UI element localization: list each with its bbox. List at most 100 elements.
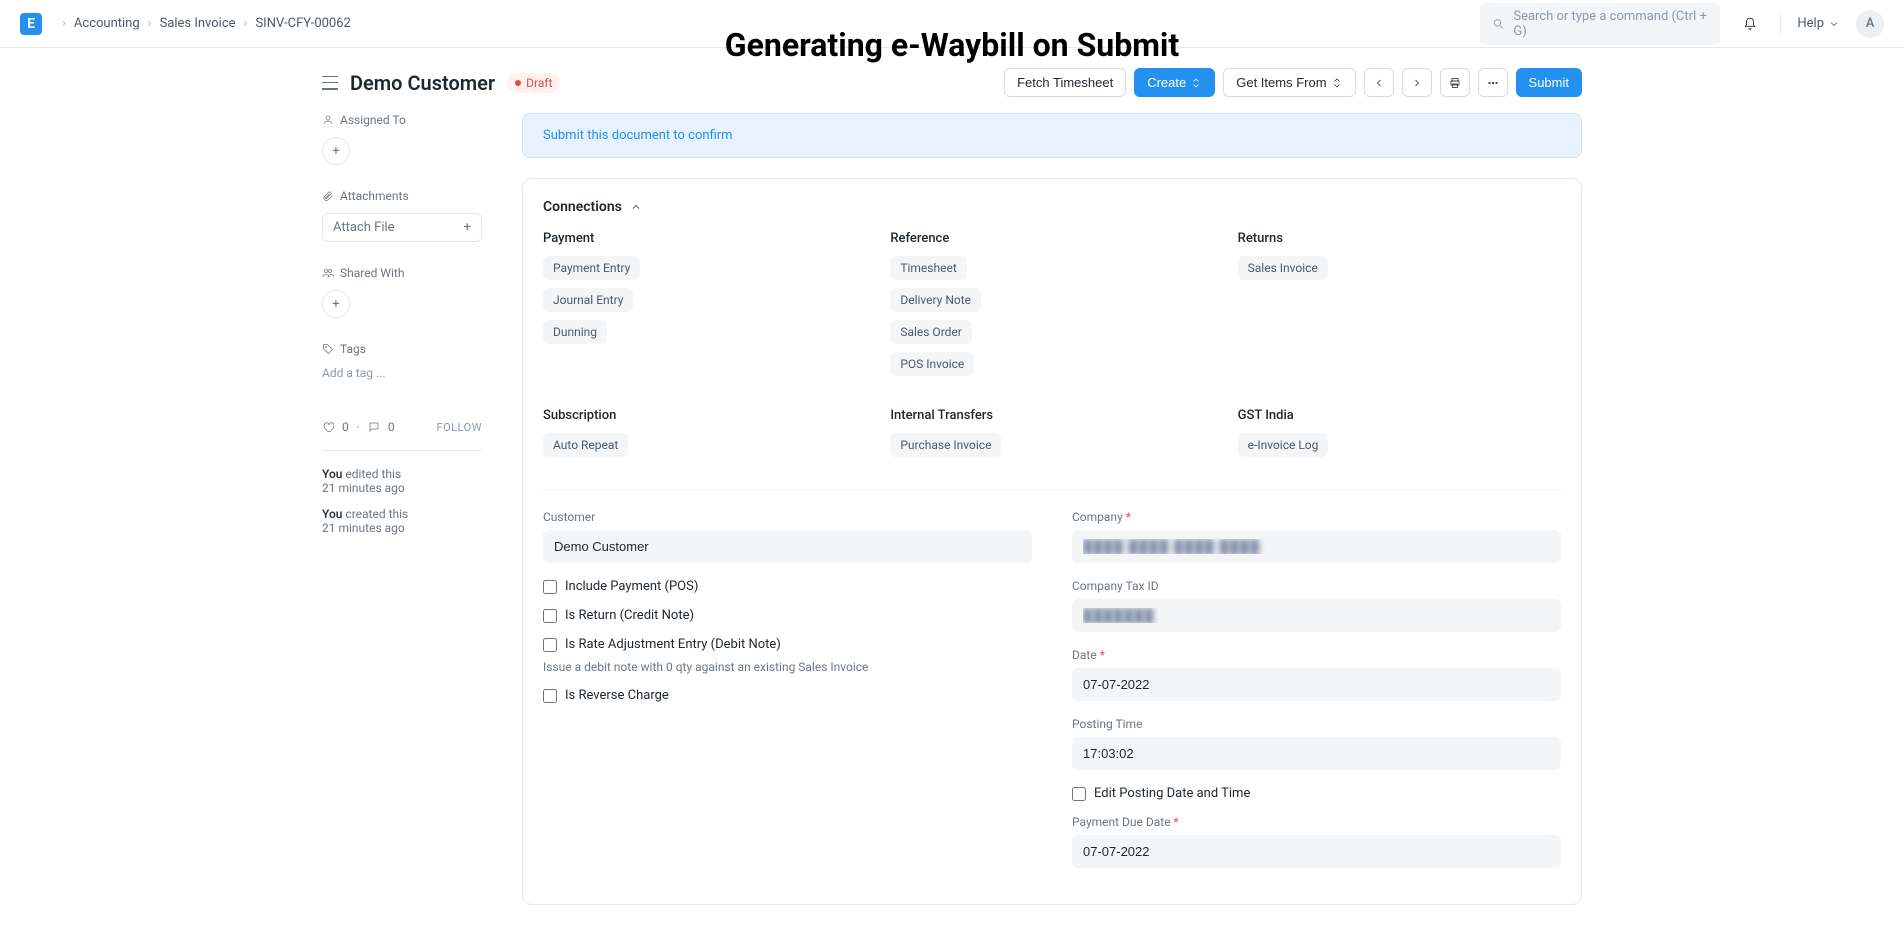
- card: Connections Payment Payment Entry Journa…: [522, 178, 1582, 905]
- conn-group-title: Payment: [543, 231, 866, 246]
- chip-pos-invoice[interactable]: POS Invoice: [890, 352, 974, 376]
- attach-file-label: Attach File: [333, 220, 395, 235]
- connections-gst-india: GST India e-Invoice Log: [1238, 408, 1561, 465]
- get-items-from-button[interactable]: Get Items From: [1223, 68, 1355, 97]
- chevron-right-icon: [1411, 77, 1423, 89]
- chevron-up-down-icon: [1190, 77, 1202, 89]
- page-header: Demo Customer Draft Fetch Timesheet Crea…: [322, 68, 1582, 97]
- is-reverse-checkbox[interactable]: [543, 689, 557, 703]
- chip-journal-entry[interactable]: Journal Entry: [543, 288, 633, 312]
- chip-delivery-note[interactable]: Delivery Note: [890, 288, 981, 312]
- page-title: Demo Customer: [350, 71, 495, 95]
- help-dropdown[interactable]: Help: [1797, 16, 1840, 31]
- connections-reference: Reference Timesheet Delivery Note Sales …: [890, 231, 1213, 384]
- payment-due-label: Payment Due Date *: [1072, 815, 1561, 829]
- conn-group-title: Internal Transfers: [890, 408, 1213, 423]
- company-tax-input[interactable]: [1072, 599, 1561, 632]
- follow-button[interactable]: FOLLOW: [437, 421, 482, 434]
- user-avatar[interactable]: A: [1856, 10, 1884, 38]
- chip-purchase-invoice[interactable]: Purchase Invoice: [890, 433, 1001, 457]
- include-payment-label: Include Payment (POS): [565, 579, 698, 594]
- breadcrumb-item[interactable]: SINV-CFY-00062: [255, 16, 350, 31]
- breadcrumb: › Accounting › Sales Invoice › SINV-CFY-…: [54, 16, 351, 31]
- next-button[interactable]: [1402, 68, 1432, 97]
- connections-payment: Payment Payment Entry Journal Entry Dunn…: [543, 231, 866, 384]
- edit-posting-checkbox[interactable]: [1072, 787, 1086, 801]
- page-overlay-title: Generating e-Waybill on Submit: [725, 26, 1179, 64]
- sidebar-toggle-button[interactable]: [322, 76, 338, 90]
- chevron-down-icon: [1828, 18, 1840, 30]
- conn-group-title: Reference: [890, 231, 1213, 246]
- app-logo[interactable]: E: [20, 13, 42, 35]
- print-button[interactable]: [1440, 68, 1470, 97]
- separator: [1780, 14, 1781, 34]
- main-content: Submit this document to confirm Connecti…: [522, 113, 1582, 905]
- like-count: 0: [342, 420, 349, 434]
- create-button[interactable]: Create: [1134, 68, 1215, 97]
- company-tax-label: Company Tax ID: [1072, 579, 1561, 593]
- prev-button[interactable]: [1364, 68, 1394, 97]
- company-label: Company *: [1072, 510, 1561, 524]
- company-input[interactable]: [1072, 530, 1561, 563]
- connections-header[interactable]: Connections: [543, 199, 1561, 215]
- is-rate-adj-label: Is Rate Adjustment Entry (Debit Note): [565, 637, 781, 652]
- create-label: Create: [1147, 75, 1186, 90]
- breadcrumb-item[interactable]: Accounting: [74, 16, 140, 31]
- customer-input[interactable]: [543, 530, 1032, 563]
- tag-icon: [322, 343, 334, 355]
- chip-auto-repeat[interactable]: Auto Repeat: [543, 433, 628, 457]
- chevron-up-down-icon: [1331, 77, 1343, 89]
- add-tag-input[interactable]: Add a tag ...: [322, 366, 482, 380]
- chip-sales-order[interactable]: Sales Order: [890, 320, 972, 344]
- chevron-left-icon: [1373, 77, 1385, 89]
- conn-group-title: GST India: [1238, 408, 1561, 423]
- date-label: Date *: [1072, 648, 1561, 662]
- breadcrumb-item[interactable]: Sales Invoice: [160, 16, 236, 31]
- fetch-timesheet-button[interactable]: Fetch Timesheet: [1004, 68, 1126, 97]
- printer-icon: [1449, 77, 1461, 89]
- menu-button[interactable]: [1478, 68, 1508, 97]
- search-placeholder: Search or type a command (Ctrl + G): [1513, 9, 1708, 39]
- tags-label: Tags: [322, 342, 482, 356]
- connections-subscription: Subscription Auto Repeat: [543, 408, 866, 465]
- chip-timesheet[interactable]: Timesheet: [890, 256, 966, 280]
- dots-icon: [1487, 77, 1499, 89]
- paperclip-icon: [322, 190, 334, 202]
- search-icon: [1492, 17, 1505, 31]
- edit-posting-label: Edit Posting Date and Time: [1094, 786, 1250, 801]
- connections-title: Connections: [543, 199, 622, 215]
- connections-internal-transfers: Internal Transfers Purchase Invoice: [890, 408, 1213, 465]
- plus-icon: +: [464, 220, 471, 235]
- comment-count: 0: [388, 420, 395, 434]
- attach-file-button[interactable]: Attach File +: [322, 213, 482, 242]
- connections-returns: Returns Sales Invoice: [1238, 231, 1561, 384]
- payment-due-input[interactable]: [1072, 835, 1561, 868]
- users-icon: [322, 267, 334, 279]
- divider: [322, 450, 482, 451]
- date-input[interactable]: [1072, 668, 1561, 701]
- conn-group-title: Returns: [1238, 231, 1561, 246]
- search-input[interactable]: Search or type a command (Ctrl + G): [1480, 3, 1720, 45]
- add-assignee-button[interactable]: +: [322, 137, 350, 165]
- info-banner: Submit this document to confirm: [522, 113, 1582, 158]
- heart-icon[interactable]: [322, 421, 334, 433]
- is-reverse-label: Is Reverse Charge: [565, 688, 669, 703]
- add-share-button[interactable]: +: [322, 290, 350, 318]
- is-return-checkbox[interactable]: [543, 609, 557, 623]
- rate-adj-help: Issue a debit note with 0 qty against an…: [543, 660, 1032, 674]
- is-rate-adj-checkbox[interactable]: [543, 638, 557, 652]
- chip-dunning[interactable]: Dunning: [543, 320, 607, 344]
- chip-payment-entry[interactable]: Payment Entry: [543, 256, 640, 280]
- chip-einvoice-log[interactable]: e-Invoice Log: [1238, 433, 1329, 457]
- submit-button[interactable]: Submit: [1516, 68, 1582, 97]
- include-payment-checkbox[interactable]: [543, 580, 557, 594]
- notifications-button[interactable]: [1736, 10, 1764, 38]
- assigned-to-label: Assigned To: [322, 113, 482, 127]
- activity-item: You created this 21 minutes ago: [322, 507, 482, 535]
- user-icon: [322, 114, 334, 126]
- chip-sales-invoice[interactable]: Sales Invoice: [1238, 256, 1328, 280]
- is-return-label: Is Return (Credit Note): [565, 608, 694, 623]
- posting-time-input[interactable]: [1072, 737, 1561, 770]
- posting-time-label: Posting Time: [1072, 717, 1561, 731]
- comment-icon[interactable]: [368, 421, 380, 433]
